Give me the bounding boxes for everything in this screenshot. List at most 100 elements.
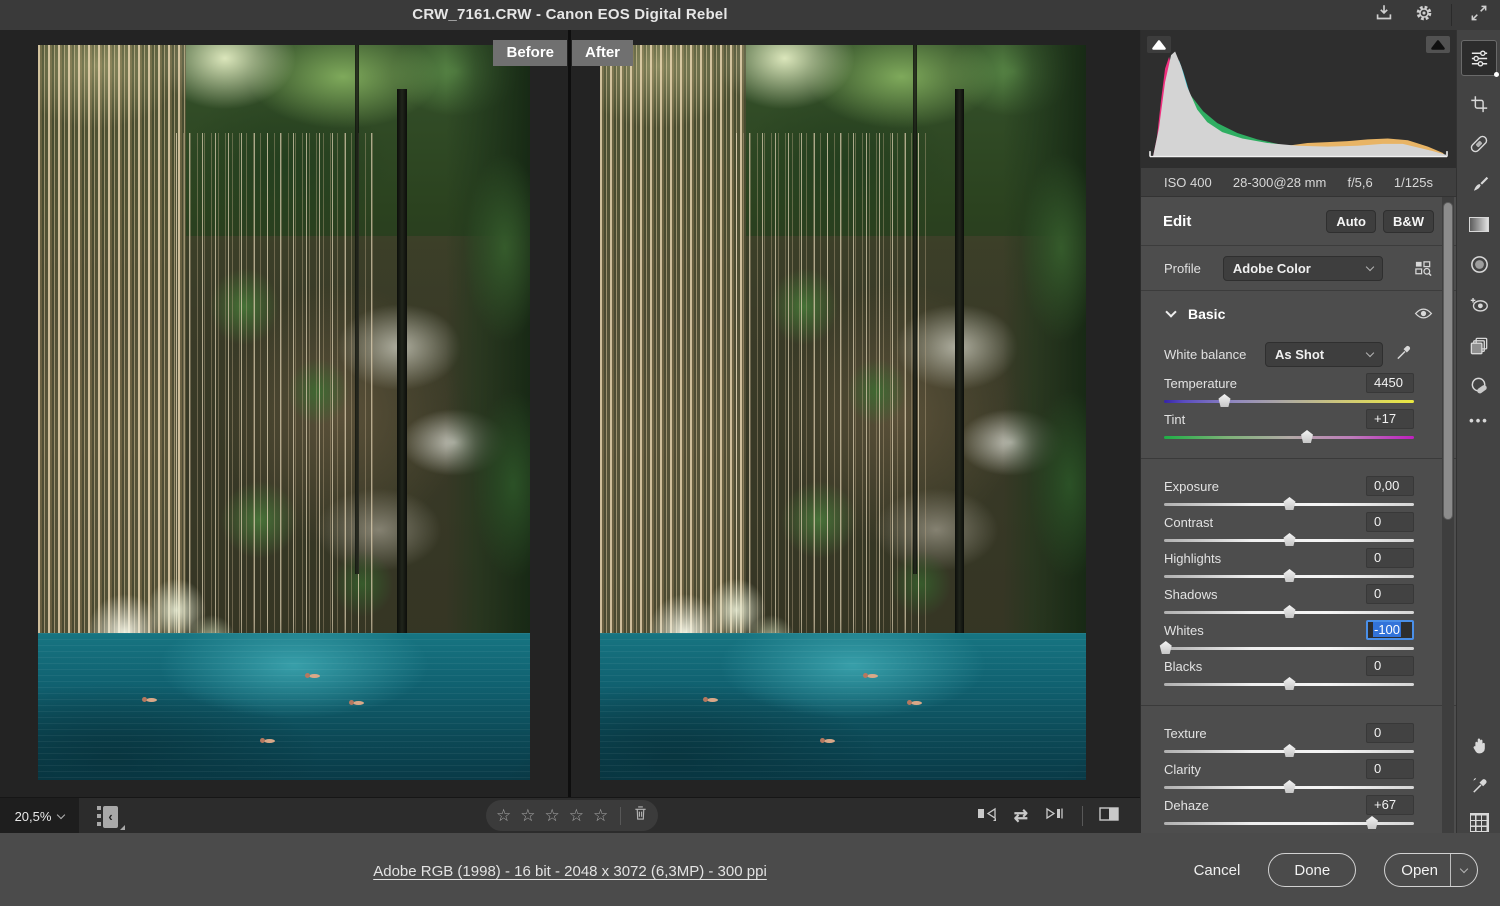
exposure-value-field[interactable]: 0,00: [1366, 476, 1414, 496]
snapshots-button[interactable]: [1461, 368, 1497, 404]
star-rating-1[interactable]: ☆: [496, 807, 511, 824]
slider-thumb[interactable]: [1282, 744, 1297, 757]
copy-settings-button[interactable]: [1043, 805, 1067, 828]
before-photo[interactable]: [38, 45, 530, 780]
after-photo[interactable]: [600, 45, 1086, 780]
histogram[interactable]: [1141, 30, 1456, 168]
browse-profiles-button[interactable]: [1414, 259, 1433, 278]
brush-tool-button[interactable]: [1461, 166, 1497, 202]
preferences-button[interactable]: [1411, 3, 1437, 27]
preview-toggle-button[interactable]: [1098, 806, 1120, 827]
clarity-value-field[interactable]: 0: [1366, 759, 1414, 779]
open-button-label[interactable]: Open: [1385, 862, 1450, 879]
crop-tool-button[interactable]: [1461, 86, 1497, 122]
healing-tool-button[interactable]: [1461, 126, 1497, 162]
texture-value-field[interactable]: 0: [1366, 723, 1414, 743]
swimmer: [264, 739, 275, 743]
done-button[interactable]: Done: [1268, 853, 1356, 887]
slider-thumb[interactable]: [1282, 497, 1297, 510]
basic-section-header[interactable]: Basic: [1141, 291, 1456, 336]
panel-scrollbar-thumb[interactable]: [1443, 202, 1453, 520]
dehaze-value-field[interactable]: +67: [1366, 795, 1414, 815]
highlights-value-field[interactable]: 0: [1366, 548, 1414, 568]
white-balance-dropdown[interactable]: As Shot: [1265, 342, 1383, 367]
tint-slider[interactable]: [1164, 430, 1414, 444]
red-eye-tool-button[interactable]: [1461, 286, 1497, 322]
save-image-button[interactable]: [1371, 3, 1397, 27]
blacks-slider[interactable]: [1164, 677, 1414, 691]
before-after-view-button[interactable]: [975, 805, 999, 828]
bandaid-icon: [1468, 133, 1490, 155]
status-bar: Adobe RGB (1998) - 16 bit - 2048 x 3072 …: [0, 833, 1500, 906]
shadows-value-field[interactable]: 0: [1366, 584, 1414, 604]
delete-button[interactable]: [633, 805, 648, 826]
workflow-options-link[interactable]: Adobe RGB (1998) - 16 bit - 2048 x 3072 …: [0, 863, 1140, 880]
star-rating-4[interactable]: ☆: [569, 807, 584, 824]
dehaze-slider[interactable]: [1164, 816, 1414, 830]
highlights-slider[interactable]: [1164, 569, 1414, 583]
star-rating-3[interactable]: ☆: [545, 807, 560, 824]
clarity-slider[interactable]: [1164, 780, 1414, 794]
whites-value-field[interactable]: -100: [1366, 620, 1414, 640]
blacks-value-field[interactable]: 0: [1366, 656, 1414, 676]
shadow-clipping-toggle[interactable]: [1426, 36, 1450, 53]
profile-browser-icon: [1414, 259, 1433, 278]
open-options-button[interactable]: [1451, 854, 1477, 886]
exif-shutter: 1/125s: [1394, 175, 1433, 190]
highlight-clipping-toggle[interactable]: [1147, 36, 1171, 53]
white-balance-eyedropper-button[interactable]: [1395, 342, 1414, 366]
graduated-filter-button[interactable]: [1461, 206, 1497, 242]
slider-thumb[interactable]: [1282, 605, 1297, 618]
slider-thumb[interactable]: [1158, 641, 1173, 654]
slider-thumb[interactable]: [1282, 569, 1297, 582]
section-divider: [1141, 705, 1456, 706]
hand-tool-button[interactable]: [1461, 726, 1497, 762]
radial-filter-button[interactable]: [1461, 246, 1497, 282]
zoom-level-select[interactable]: 20,5%: [0, 798, 79, 834]
highlight-clipping-icon: [1151, 39, 1167, 51]
slider-label: Temperature: [1164, 376, 1237, 391]
slider-thumb[interactable]: [1282, 533, 1297, 546]
basic-section-title: Basic: [1188, 306, 1225, 322]
color-sampler-button[interactable]: [1461, 766, 1497, 802]
filmstrip-dots-icon: [97, 806, 101, 828]
contrast-value-field[interactable]: 0: [1366, 512, 1414, 532]
profile-row: Profile Adobe Color: [1141, 246, 1456, 291]
auto-button[interactable]: Auto: [1326, 210, 1376, 233]
open-button[interactable]: Open: [1384, 853, 1478, 887]
bw-button[interactable]: B&W: [1383, 210, 1434, 233]
slider-thumb[interactable]: [1282, 677, 1297, 690]
edit-tool-button[interactable]: [1461, 40, 1497, 76]
camera-raw-window: CRW_7161.CRW - Canon EOS Digital Rebel: [0, 0, 1500, 906]
shadows-slider[interactable]: [1164, 605, 1414, 619]
slider-thumb[interactable]: [1300, 430, 1315, 443]
slider-track: [1164, 400, 1414, 403]
slider-thumb[interactable]: [1282, 780, 1297, 793]
whites-slider[interactable]: [1164, 641, 1414, 655]
temperature-slider[interactable]: [1164, 394, 1414, 408]
star-rating-2[interactable]: ☆: [520, 807, 535, 824]
swimmer: [146, 698, 157, 702]
swap-before-after-button[interactable]: ⇄: [1014, 806, 1028, 826]
texture-slider[interactable]: [1164, 744, 1414, 758]
before-after-divider: [568, 30, 571, 797]
cancel-button[interactable]: Cancel: [1194, 862, 1241, 879]
filmstrip-toggle-button[interactable]: ‹: [97, 803, 127, 830]
contrast-slider[interactable]: [1164, 533, 1414, 547]
exposure-slider[interactable]: [1164, 497, 1414, 511]
star-rating-5[interactable]: ☆: [593, 807, 608, 824]
window-title: CRW_7161.CRW - Canon EOS Digital Rebel: [0, 0, 1140, 30]
slider-thumb[interactable]: [1217, 394, 1232, 407]
profile-dropdown[interactable]: Adobe Color: [1223, 256, 1383, 281]
basic-visibility-toggle[interactable]: [1414, 307, 1433, 320]
tint-value-field[interactable]: +17: [1366, 409, 1414, 429]
canvas-toolbar: 20,5% ‹ ☆ ☆ ☆ ☆ ☆: [0, 797, 1140, 833]
swimmer: [707, 698, 718, 702]
white-balance-value: As Shot: [1275, 347, 1324, 362]
exif-iso: ISO 400: [1164, 175, 1212, 190]
temperature-value-field[interactable]: 4450: [1366, 373, 1414, 393]
fullscreen-button[interactable]: [1466, 3, 1492, 27]
slider-thumb[interactable]: [1365, 816, 1380, 829]
presets-button[interactable]: [1461, 328, 1497, 364]
more-tools-button[interactable]: •••: [1461, 402, 1497, 438]
